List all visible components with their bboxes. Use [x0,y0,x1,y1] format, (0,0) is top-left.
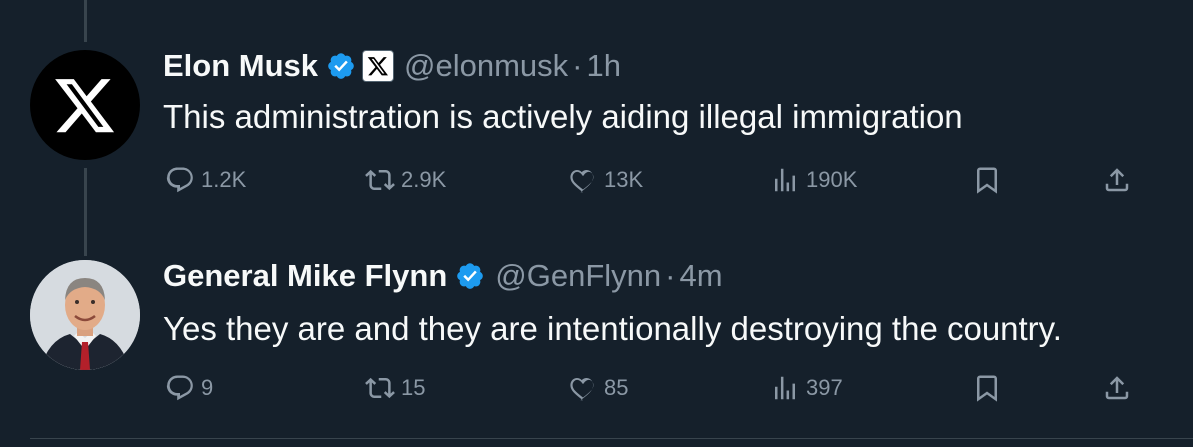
verified-badge-icon [328,53,354,79]
reply-button[interactable]: 1.2K [165,165,246,195]
heart-icon [570,377,594,401]
profile-photo [30,260,140,370]
share-icon [1105,376,1129,400]
like-button[interactable]: 13K [568,165,643,195]
bookmark-icon [977,375,997,402]
like-count: 13K [604,167,644,192]
views-button[interactable]: 190K [770,165,857,195]
tweet-text: This administration is actively aiding i… [163,98,963,135]
avatar[interactable] [30,260,140,370]
bookmark-icon [977,167,997,194]
handle[interactable]: @GenFlynn [495,258,661,294]
action-bar: 9 15 85 397 [0,373,1193,403]
reply-button[interactable]: 9 [165,373,213,403]
views-button[interactable]: 397 [770,373,843,403]
divider [30,438,1193,439]
repost-icon [365,377,395,399]
like-button[interactable]: 85 [568,373,628,403]
avatar[interactable] [30,50,140,160]
share-button[interactable] [1102,373,1138,403]
repost-count: 2.9K [401,167,447,192]
display-name[interactable]: General Mike Flynn [163,258,447,294]
action-bar: 1.2K 2.9K 13K 190K [0,165,1193,195]
verified-badge-icon [457,263,484,289]
views-icon [775,376,795,400]
like-count: 85 [604,375,629,400]
heart-icon [570,169,594,193]
view-count: 397 [806,375,843,400]
timestamp[interactable]: 4m [679,258,722,294]
separator-dot: · [665,258,676,293]
affiliation-badge [362,50,395,82]
reply-icon [166,167,193,193]
handle[interactable]: @elonmusk [404,48,568,84]
reply-count: 1.2K [201,167,247,192]
tweet-text: Yes they are and they are intentionally … [163,310,1062,347]
repost-count: 15 [401,375,426,400]
x-logo-icon [367,57,389,76]
x-logo-icon [55,79,115,133]
views-icon [775,168,795,192]
tweet[interactable]: General Mike Flynn @GenFlynn · 4m Yes th… [0,230,1193,440]
repost-icon [365,169,395,191]
separator-dot: · [572,48,583,83]
tweet[interactable]: Elon Musk @elonmusk · 1h This administra… [0,0,1193,220]
repost-button[interactable]: 2.9K [365,165,446,195]
timestamp[interactable]: 1h [587,48,621,84]
share-button[interactable] [1102,165,1138,195]
repost-button[interactable]: 15 [365,373,425,403]
bookmark-button[interactable] [972,373,1008,403]
bookmark-button[interactable] [972,165,1008,195]
share-icon [1105,168,1129,192]
view-count: 190K [806,167,858,192]
reply-count: 9 [201,375,214,400]
reply-icon [166,375,193,401]
display-name[interactable]: Elon Musk [163,48,318,84]
